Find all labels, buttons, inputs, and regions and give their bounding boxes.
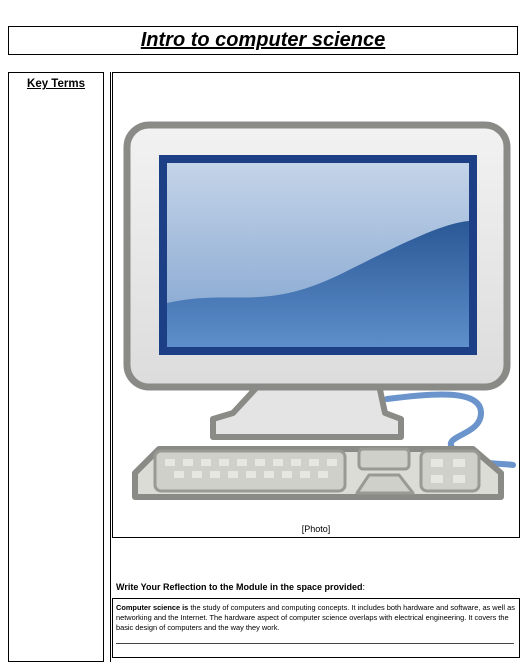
key-terms-column: Key Terms <box>8 72 104 662</box>
reflection-text-area[interactable]: Computer science is the study of compute… <box>112 598 520 658</box>
reflection-divider <box>116 643 514 644</box>
reflection-prompt: Write Your Reflection to the Module in t… <box>116 582 365 592</box>
reflection-prompt-text: Write Your Reflection to the Module in t… <box>116 582 363 592</box>
desktop-computer-icon <box>123 121 516 500</box>
page-title: Intro to computer science <box>140 29 386 51</box>
photo-caption: [Photo] <box>301 524 331 534</box>
title-box: Intro to computer science <box>8 26 518 55</box>
photo-frame: [Photo] <box>112 72 520 538</box>
reflection-term: Computer science is <box>116 603 189 612</box>
reflection-prompt-colon: : <box>362 582 366 592</box>
key-terms-heading: Key Terms <box>27 78 85 90</box>
